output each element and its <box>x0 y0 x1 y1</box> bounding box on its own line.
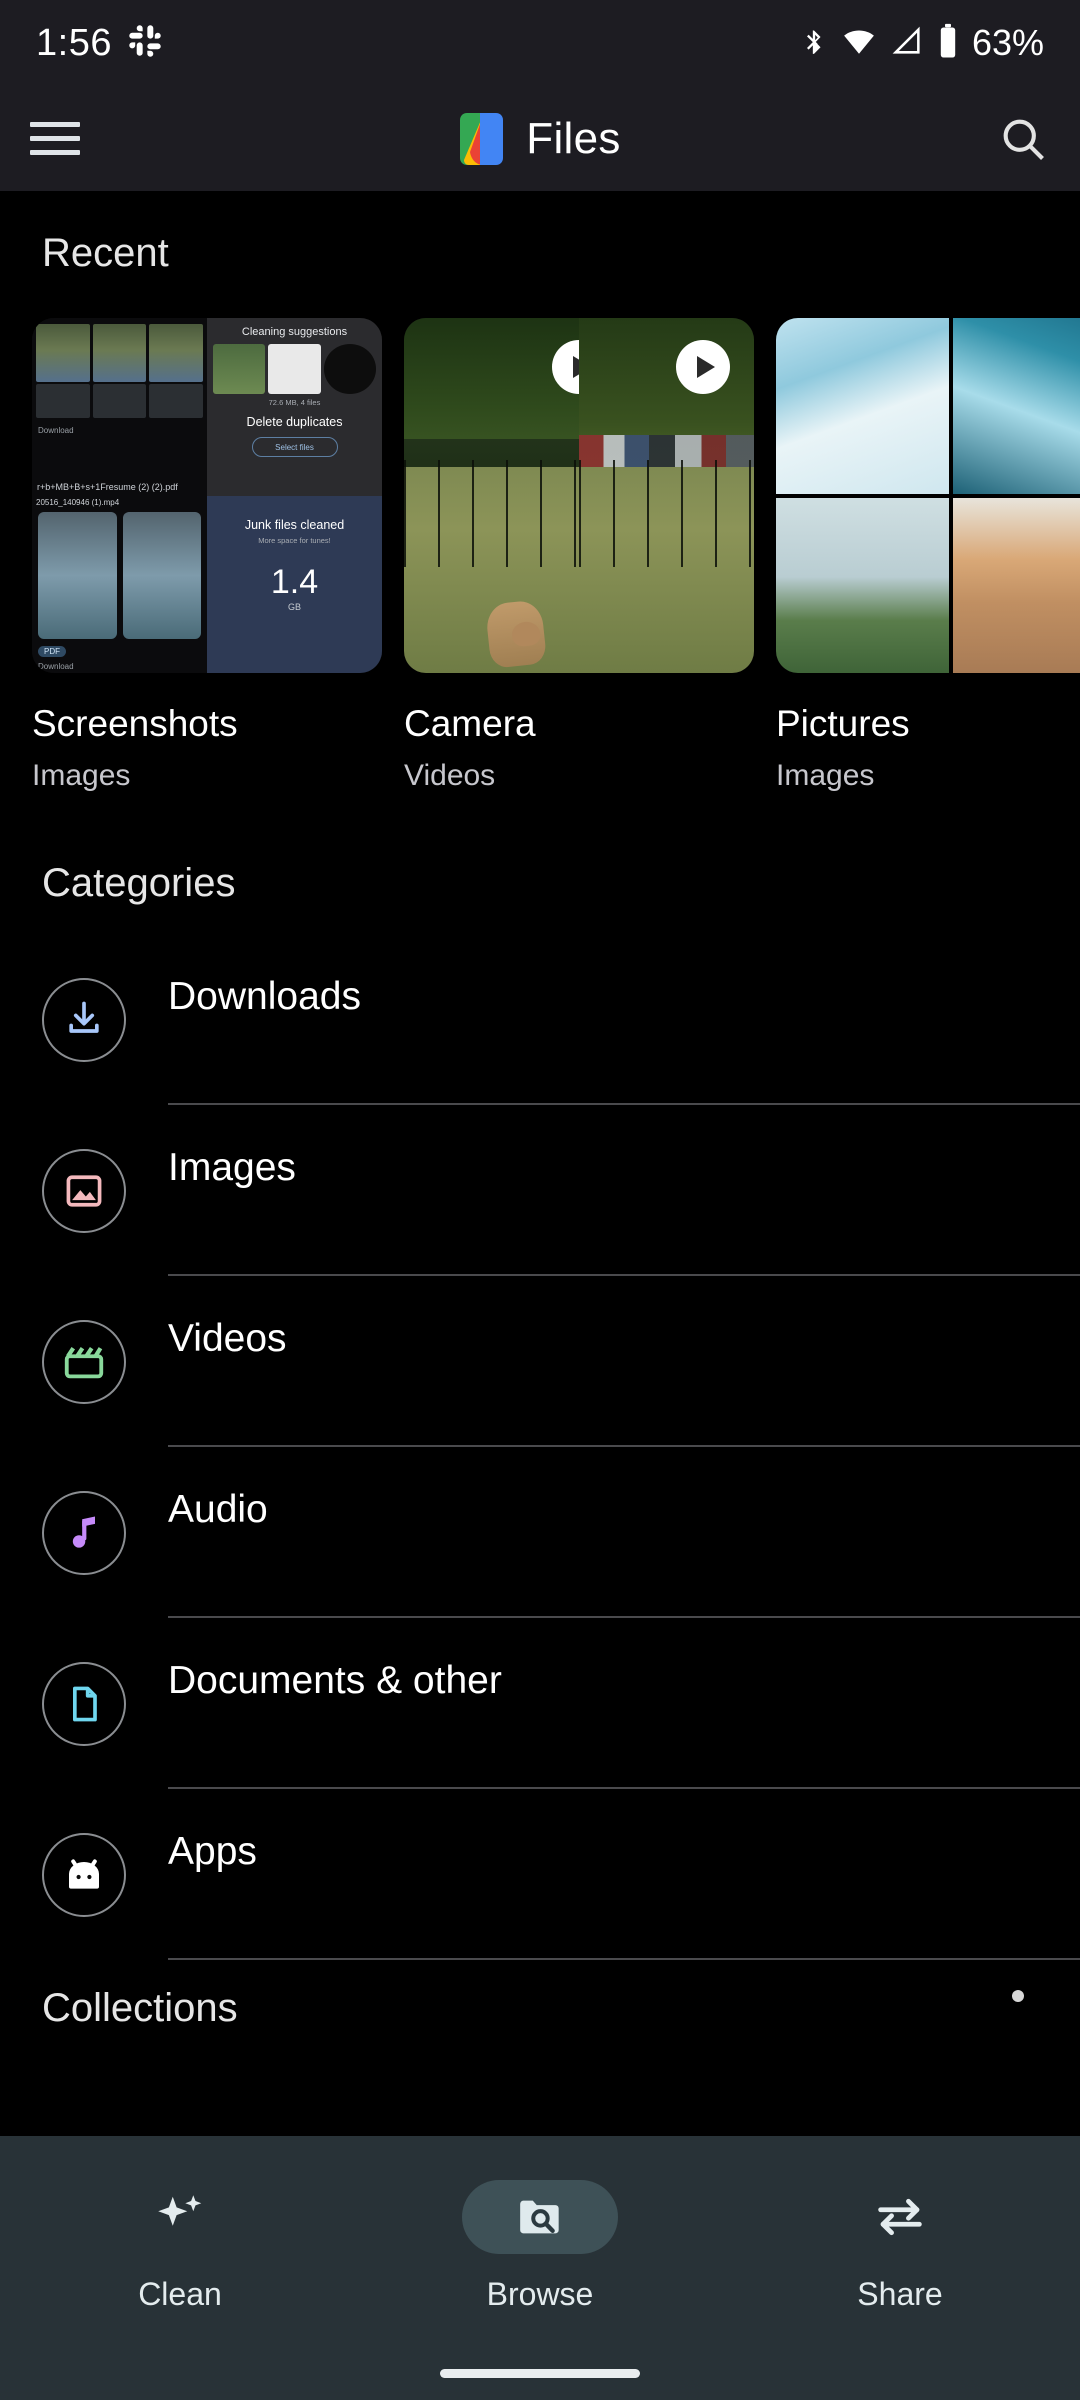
category-row-content: Videos <box>168 1276 1080 1447</box>
category-row-content: Downloads <box>168 934 1080 1105</box>
photo-grid <box>776 318 1080 673</box>
recent-heading: Recent <box>42 231 169 275</box>
slack-icon <box>128 24 162 63</box>
nav-label: Share <box>857 2276 943 2312</box>
video-pair-preview <box>404 318 754 673</box>
category-label: Audio <box>168 1487 268 1531</box>
recent-card-screenshots[interactable]: Download r+b+MB+B+s+1Fresume (2) (2).pdf… <box>32 318 382 793</box>
main-content[interactable]: Recent Download r+b+MB+B+s+1Fresume (2) … <box>0 191 1080 2136</box>
screenshots-thumbnail[interactable]: Download r+b+MB+B+s+1Fresume (2) (2).pdf… <box>32 318 382 673</box>
phone-screen: 1:56 63% Files Recent Download r+b+MB+B+… <box>0 0 1080 2400</box>
category-label: Images <box>168 1145 296 1189</box>
category-label: Videos <box>168 1316 287 1360</box>
nav-label: Browse <box>486 2276 594 2312</box>
status-bar-right: 63% <box>800 22 1044 64</box>
status-bar-left: 1:56 <box>36 22 162 65</box>
categories-list[interactable]: Downloads Images Videos Audio Documents … <box>0 934 1080 1960</box>
nav-item-browse[interactable]: Browse <box>360 2180 720 2313</box>
nav-item-share[interactable]: Share <box>720 2180 1080 2313</box>
app-bar: Files <box>0 86 1080 191</box>
google-files-logo <box>454 108 508 170</box>
junk-files-title: Junk files cleaned <box>244 517 345 532</box>
overflow-dot-icon[interactable] <box>1012 1989 1024 2002</box>
recent-card-pictures[interactable]: Pictures Images <box>776 318 1080 793</box>
status-time: 1:56 <box>36 21 112 64</box>
swap-arrows-icon <box>822 2180 978 2254</box>
recent-card-subtitle: Videos <box>404 759 496 792</box>
cellular-signal-icon <box>890 24 924 63</box>
sparkles-icon <box>102 2180 258 2254</box>
collage-filename-mp4: 20516_140946 (1).mp4 <box>36 497 120 507</box>
photo-tile-desert-dune <box>953 497 1080 673</box>
junk-files-unit: GB <box>287 601 301 612</box>
image-icon <box>42 1148 126 1233</box>
cleaning-suggestions-title: Cleaning suggestions <box>241 326 348 338</box>
folder-search-icon <box>462 2180 618 2254</box>
collage-filename-pdf: r+b+MB+B+s+1Fresume (2) (2).pdf <box>37 481 178 492</box>
hamburger-menu-icon[interactable] <box>0 122 110 155</box>
app-bar-title-group: Files <box>110 108 965 170</box>
wifi-icon <box>841 24 877 63</box>
pictures-thumbnail[interactable] <box>776 318 1080 673</box>
category-label: Apps <box>168 1829 257 1873</box>
category-row-audio[interactable]: Audio <box>0 1447 1080 1618</box>
android-robot-icon <box>42 1832 126 1917</box>
nav-item-clean[interactable]: Clean <box>0 2180 360 2313</box>
delete-duplicates-text: Delete duplicates <box>246 415 343 429</box>
collage-tile-2: Cleaning suggestions 72.6 MB, 4 files De… <box>207 318 382 496</box>
nav-label: Clean <box>138 2276 222 2312</box>
collections-heading: Collections <box>42 1986 238 2030</box>
music-note-icon <box>42 1490 126 1575</box>
clapperboard-icon <box>42 1319 126 1404</box>
junk-files-value: 1.4 <box>270 562 319 601</box>
recent-card-title: Screenshots <box>32 703 238 744</box>
category-row-content: Apps <box>168 1789 1080 1960</box>
collage-chip-badge: PDF <box>38 641 66 659</box>
collage-tile-1: Download r+b+MB+B+s+1Fresume (2) (2).pdf <box>32 318 207 496</box>
battery-icon <box>937 23 959 64</box>
category-row-content: Images <box>168 1105 1080 1276</box>
search-icon[interactable] <box>965 113 1080 165</box>
junk-files-subtitle: More space for tunes! <box>258 535 331 545</box>
category-row-apps[interactable]: Apps <box>0 1789 1080 1960</box>
photo-tile-rocky-shore <box>776 497 949 673</box>
category-row-content: Audio <box>168 1447 1080 1618</box>
screenshot-collage: Download r+b+MB+B+s+1Fresume (2) (2).pdf… <box>32 318 382 673</box>
categories-heading: Categories <box>42 861 236 905</box>
category-row-documents[interactable]: Documents & other <box>0 1618 1080 1789</box>
collage-label-download-2: Download <box>38 662 74 671</box>
play-icon[interactable] <box>676 340 730 394</box>
video-preview-2 <box>579 318 754 673</box>
bottom-navigation-bar[interactable]: Clean Browse Share <box>0 2136 1080 2400</box>
recent-card-camera[interactable]: Camera Videos <box>404 318 754 793</box>
download-icon <box>42 977 126 1062</box>
collage-label-download: Download <box>38 426 74 435</box>
category-row-content: Documents & other <box>168 1618 1080 1789</box>
category-row-videos[interactable]: Videos <box>0 1276 1080 1447</box>
collage-tile-4: Junk files cleaned More space for tunes!… <box>207 495 382 673</box>
home-indicator[interactable] <box>440 2369 640 2378</box>
recent-card-subtitle: Images <box>776 759 875 792</box>
photo-tile-iceberg <box>776 318 949 494</box>
camera-thumbnail[interactable] <box>404 318 754 673</box>
category-label: Downloads <box>168 974 361 1018</box>
cleaning-size: 72.6 MB, 4 files <box>268 398 321 407</box>
recent-card-row[interactable]: Download r+b+MB+B+s+1Fresume (2) (2).pdf… <box>0 276 1080 793</box>
recent-card-title: Camera <box>404 703 536 744</box>
recent-card-title: Pictures <box>776 703 910 744</box>
category-row-images[interactable]: Images <box>0 1105 1080 1276</box>
status-bar: 1:56 63% <box>0 0 1080 86</box>
page-title: Files <box>526 113 621 163</box>
select-files-button: Select files <box>251 437 338 457</box>
recent-card-subtitle: Images <box>32 759 131 792</box>
collage-tile-3: 20516_140946 (1).mp4 PDF Download <box>32 495 207 673</box>
battery-percent: 63% <box>971 22 1044 63</box>
document-icon <box>42 1661 126 1746</box>
photo-tile-ice-cave <box>953 318 1080 494</box>
category-row-downloads[interactable]: Downloads <box>0 934 1080 1105</box>
category-label: Documents & other <box>168 1658 502 1702</box>
bluetooth-icon <box>800 24 828 63</box>
video-preview-1 <box>404 318 579 673</box>
